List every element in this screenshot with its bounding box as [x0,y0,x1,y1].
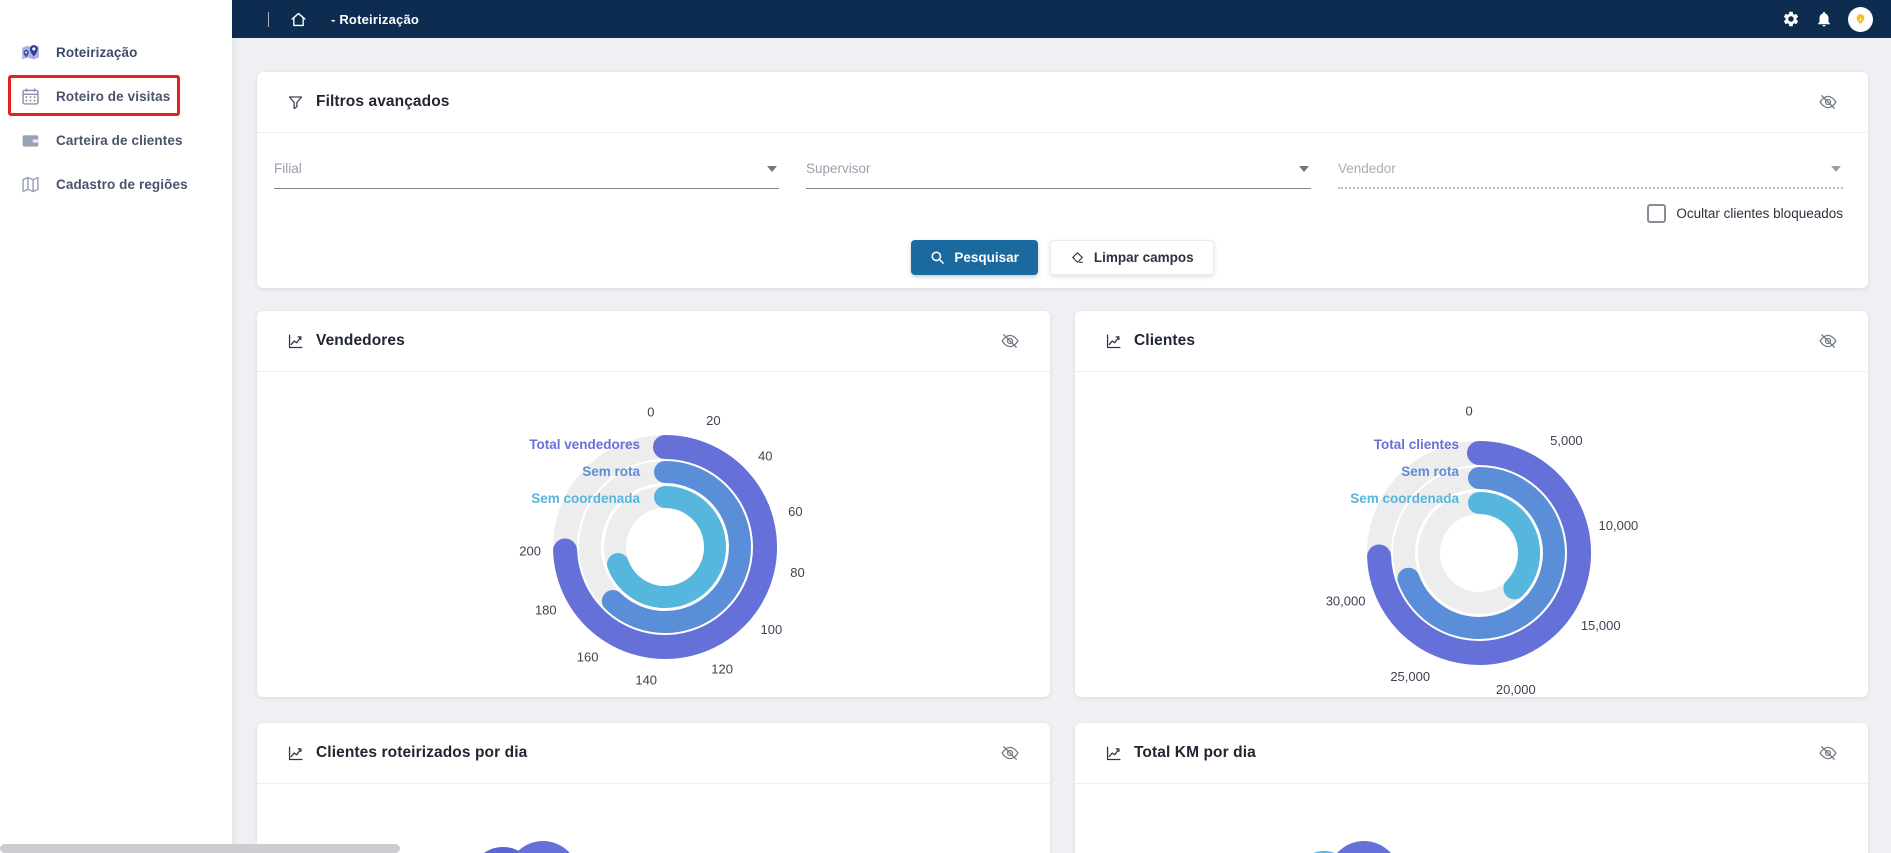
limpar-campos-label: Limpar campos [1094,250,1194,265]
svg-text:180: 180 [535,602,557,617]
filters-card-header: Filtros avançados [257,72,1868,133]
bottom-cards-row: Clientes roteirizados por dia Tot [257,723,1868,853]
svg-text:Sem coordenada: Sem coordenada [1350,491,1459,506]
clientes-title: Clientes [1134,332,1195,350]
filters-buttons-row: Pesquisar Limpar campos [257,240,1868,275]
svg-text:25,000: 25,000 [1390,669,1430,684]
svg-text:80: 80 [790,565,804,580]
sidebar-item-roteirizacao[interactable]: Roteirização [0,30,232,74]
vendedor-select-disabled: Vendedor [1338,160,1843,189]
svg-text:Sem rota: Sem rota [1401,464,1459,479]
funnel-icon [287,94,304,111]
svg-text:20: 20 [706,413,720,428]
filters-title: Filtros avançados [316,93,450,111]
vendedor-label: Vendedor [1338,161,1396,176]
clientes-roteirizados-title: Clientes roteirizados por dia [316,744,527,762]
sidebar: Roteirização Roteiro de visitas Carteira… [0,0,232,853]
charts-row: Vendedores 0 20 40 60 80 100 120 140 160 180 200 To… [257,311,1868,697]
total-km-title: Total KM por dia [1134,744,1256,762]
chevron-down-icon [1299,166,1309,172]
vendedores-card: Vendedores 0 20 40 60 80 100 120 140 160 180 200 To… [257,311,1050,697]
clientes-card-header: Clientes [1075,311,1868,372]
user-avatar[interactable] [1848,7,1873,32]
svg-text:0: 0 [1465,403,1472,418]
svg-text:30,000: 30,000 [1326,594,1366,609]
map-route-icon [20,42,41,63]
clientes-roteirizados-header: Clientes roteirizados por dia [257,723,1050,784]
search-icon [930,250,945,265]
filial-label: Filial [274,161,302,176]
svg-text:Sem coordenada: Sem coordenada [531,491,640,506]
svg-text:200: 200 [519,544,541,559]
limpar-campos-button[interactable]: Limpar campos [1050,240,1214,275]
partial-chart-blob [473,839,593,853]
eraser-icon [1070,250,1085,265]
horizontal-scrollbar-thumb[interactable] [0,844,400,853]
wallet-icon [20,130,41,151]
svg-text:5,000: 5,000 [1550,433,1583,448]
chevron-down-icon [767,166,777,172]
ocultar-clientes-label: Ocultar clientes bloqueados [1676,206,1843,221]
vendedores-card-header: Vendedores [257,311,1050,372]
eye-off-icon[interactable] [1818,743,1838,763]
svg-text:60: 60 [788,504,802,519]
eye-off-icon[interactable] [1000,331,1020,351]
chevron-down-icon [1831,166,1841,172]
sidebar-item-label: Carteira de clientes [56,133,183,148]
eye-off-icon[interactable] [1000,743,1020,763]
svg-text:Sem rota: Sem rota [582,464,640,479]
chart-line-icon [1105,333,1122,350]
pesquisar-button[interactable]: Pesquisar [911,240,1038,275]
main-content: Filtros avançados Filial Supervisor Vend… [232,38,1891,853]
sidebar-item-label: Roteiro de visitas [56,89,170,104]
partial-chart-blob [1302,839,1422,853]
chart-line-icon [1105,745,1122,762]
svg-text:Total vendedores: Total vendedores [529,437,640,452]
svg-text:140: 140 [635,673,657,688]
checkbox-row: Ocultar clientes bloqueados [257,189,1868,223]
settings-gear-icon[interactable] [1782,10,1800,28]
eye-off-icon[interactable] [1818,331,1838,351]
filial-select[interactable]: Filial [274,160,779,189]
supervisor-select[interactable]: Supervisor [806,160,1311,189]
eye-off-icon[interactable] [1818,92,1838,112]
sidebar-item-cadastro-de-regioes[interactable]: Cadastro de regiões [0,162,232,206]
chart-line-icon [287,333,304,350]
total-km-header: Total KM por dia [1075,723,1868,784]
breadcrumb: - Roteirização [331,12,419,27]
filter-fields-row: Filial Supervisor Vendedor [257,133,1868,189]
chart-line-icon [287,745,304,762]
svg-text:10,000: 10,000 [1599,518,1639,533]
topbar: - Roteirização [232,0,1891,38]
vendedores-title: Vendedores [316,332,405,350]
sidebar-item-label: Cadastro de regiões [56,177,188,192]
sidebar-item-carteira-de-clientes[interactable]: Carteira de clientes [0,118,232,162]
lightbulb-icon [1853,12,1868,27]
clientes-roteirizados-card: Clientes roteirizados por dia [257,723,1050,853]
sidebar-item-label: Roteirização [56,45,137,60]
clientes-radial-chart: 0 5,000 10,000 15,000 20,000 25,000 30,000 Tota… [1075,372,1868,696]
home-icon[interactable] [290,11,307,28]
notifications-bell-icon[interactable] [1815,10,1833,28]
svg-text:0: 0 [647,405,654,420]
svg-text:15,000: 15,000 [1581,618,1621,633]
supervisor-label: Supervisor [806,161,871,176]
clientes-card: Clientes 0 5,000 10,000 15,000 20,000 25,000 3… [1075,311,1868,697]
svg-text:40: 40 [758,449,772,464]
svg-text:20,000: 20,000 [1496,682,1536,696]
svg-text:160: 160 [577,650,599,665]
map-icon [20,174,41,195]
pesquisar-label: Pesquisar [954,250,1019,265]
topbar-separator [268,12,269,27]
calendar-icon [20,86,41,107]
filters-card: Filtros avançados Filial Supervisor Vend… [257,72,1868,288]
vendedores-radial-chart: 0 20 40 60 80 100 120 140 160 180 200 Total vendedo… [257,372,1050,696]
ocultar-clientes-checkbox[interactable] [1647,204,1666,223]
sidebar-item-roteiro-de-visitas[interactable]: Roteiro de visitas [0,74,232,118]
svg-text:Total clientes: Total clientes [1374,437,1459,452]
svg-text:120: 120 [711,661,733,676]
total-km-card: Total KM por dia [1075,723,1868,853]
svg-text:100: 100 [761,622,783,637]
